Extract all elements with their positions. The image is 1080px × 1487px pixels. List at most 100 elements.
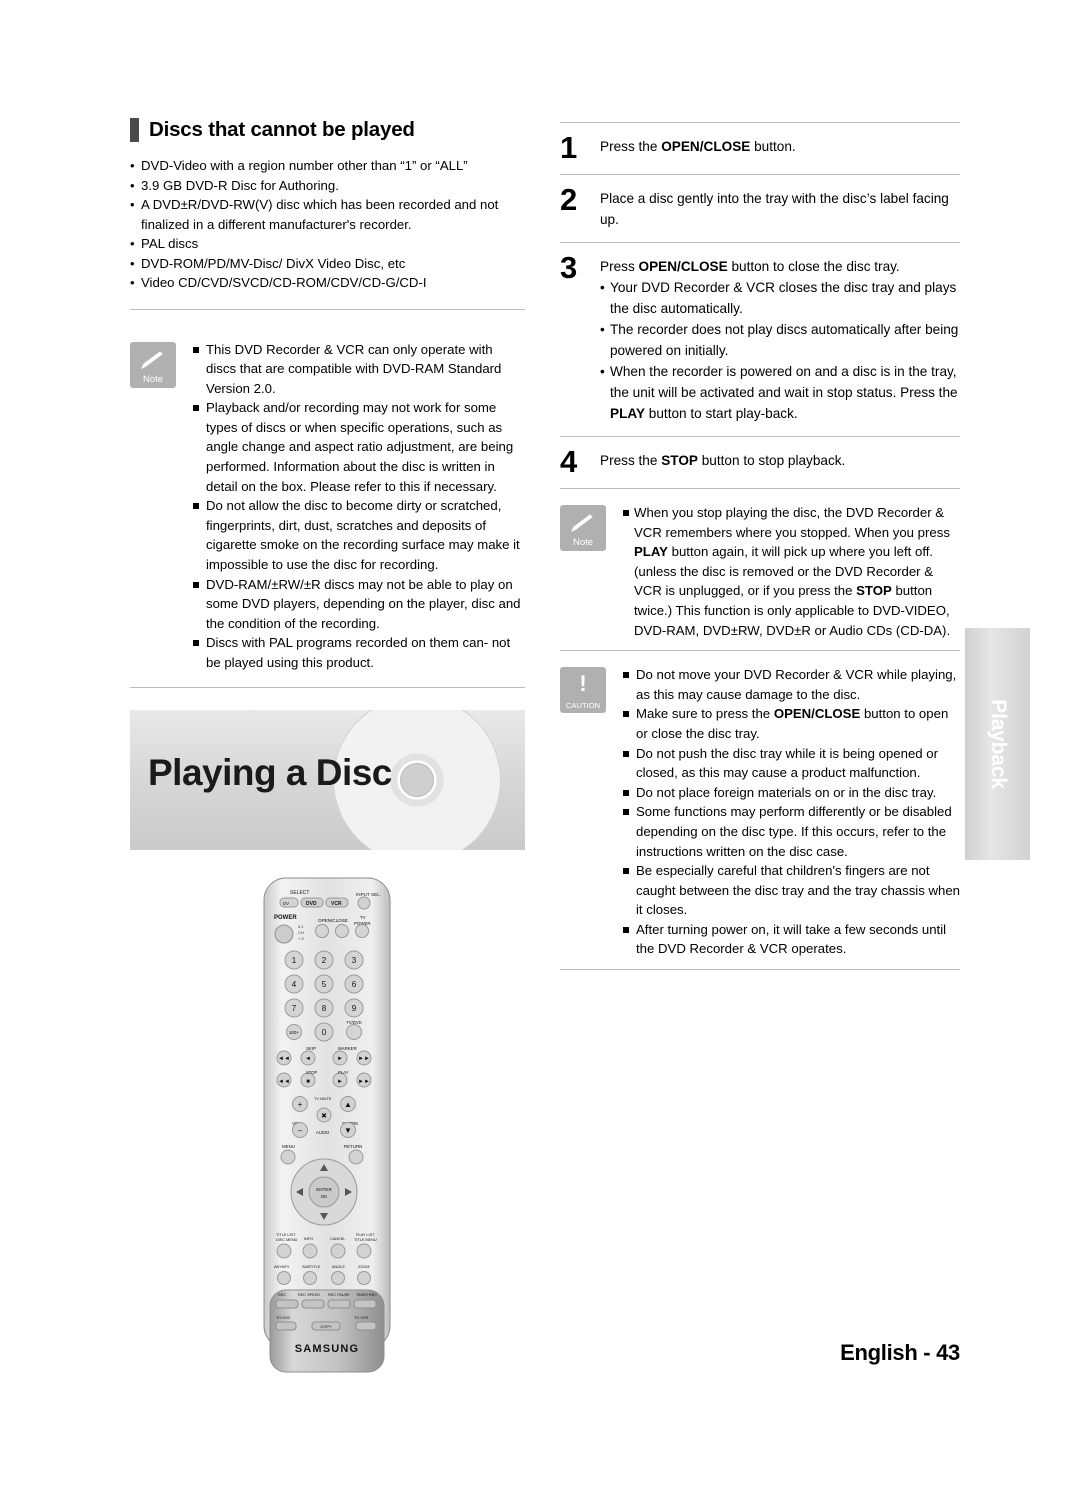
- caution-item: After turning power on, it will take a f…: [622, 920, 960, 959]
- step-body: Press OPEN/CLOSE button to close the dis…: [600, 253, 960, 424]
- step-row: 1 Press the OPEN/CLOSE button.: [560, 123, 960, 174]
- step-row: 2 Place a disc gently into the tray with …: [560, 175, 960, 242]
- note-item: Playback and/or recording may not work f…: [192, 398, 525, 496]
- svg-text:►: ►: [337, 1056, 343, 1062]
- note-icon-right: Note: [560, 505, 606, 551]
- note-icon-wrap-right: Note: [560, 505, 612, 551]
- note-item: Do not allow the disc to become dirty or…: [192, 496, 525, 574]
- svg-text:ZOOM: ZOOM: [358, 1265, 369, 1269]
- note-icon-wrap: Note: [130, 341, 182, 388]
- caution-icon: ! CAUTION: [560, 667, 606, 714]
- svg-text:DISC MENU: DISC MENU: [276, 1238, 298, 1242]
- steps-list: 1 Press the OPEN/CLOSE button. 2 Place a di…: [560, 123, 960, 489]
- list-item: 3.9 GB DVD-R Disc for Authoring.: [130, 176, 525, 196]
- caution-icon-label: CAUTION: [565, 701, 601, 711]
- svg-text:►: ►: [337, 1079, 343, 1085]
- step-text: Place a disc gently into the tray with t…: [600, 191, 949, 227]
- svg-text:DVD: DVD: [306, 901, 317, 907]
- list-item: PAL discs: [130, 234, 525, 254]
- note-block-left: Note This DVD Recorder & VCR can only op…: [130, 326, 525, 673]
- pencil-icon: [140, 350, 163, 369]
- chapter-banner: Playing a Disc: [130, 710, 525, 850]
- list-item: A DVD±R/DVD-RW(V) disc which has been re…: [130, 195, 525, 234]
- note-icon-label: Note: [142, 373, 164, 385]
- svg-text:100+: 100+: [289, 1030, 300, 1035]
- caution-item: Be especially careful that children's fi…: [622, 861, 960, 920]
- side-tab-label: Playback: [986, 699, 1010, 789]
- svg-text:SKIP: SKIP: [306, 1046, 316, 1051]
- caution-item: Do not move your DVD Recorder & VCR whil…: [622, 665, 960, 704]
- step-sub-item: Your DVD Recorder & VCR closes the disc …: [600, 277, 960, 319]
- svg-text:TIMER REC: TIMER REC: [356, 1293, 377, 1297]
- svg-text:SELECT: SELECT: [290, 890, 309, 896]
- svg-text:▲: ▲: [344, 1100, 352, 1109]
- step-text: Press the OPEN/CLOSE button.: [600, 139, 796, 154]
- svg-text:+: +: [298, 1100, 303, 1109]
- svg-text:6: 6: [352, 980, 357, 989]
- caution-item: Make sure to press the OPEN/CLOSE button…: [622, 704, 960, 743]
- step-body: Press the OPEN/CLOSE button.: [600, 133, 960, 157]
- svg-text:POWER: POWER: [274, 915, 297, 921]
- svg-text:TITLE LIST: TITLE LIST: [276, 1233, 296, 1237]
- step-sub-item: The recorder does not play discs automat…: [600, 319, 960, 361]
- step-number: 4: [560, 444, 578, 479]
- svg-text:◄◄: ◄◄: [278, 1079, 290, 1085]
- svg-text:►►: ►►: [358, 1056, 370, 1062]
- svg-text:TV MUTE: TV MUTE: [314, 1096, 332, 1101]
- note-item: DVD-RAM/±RW/±R discs may not be able to …: [192, 575, 525, 634]
- step-number: 2: [560, 182, 578, 217]
- list-item: Video CD/CVD/SVCD/CD-ROM/CDV/CD-G/CD-I: [130, 273, 525, 293]
- svg-text:3: 3: [352, 956, 357, 965]
- svg-text:4: 4: [292, 980, 297, 989]
- svg-text:ENTER: ENTER: [316, 1187, 332, 1192]
- svg-text:TITLE MENU: TITLE MENU: [354, 1238, 377, 1242]
- caution-block: ! CAUTION Do not move your DVD Recorder …: [560, 651, 960, 969]
- svg-text:1: 1: [292, 956, 297, 965]
- pencil-icon-right: [570, 514, 593, 533]
- left-column: Discs that cannot be played DVD-Video wi…: [130, 118, 525, 688]
- svg-text:◄◄: ◄◄: [278, 1056, 290, 1062]
- svg-text:◄: ◄: [305, 1056, 311, 1062]
- divider-2: [130, 686, 525, 688]
- svg-text:OK: OK: [321, 1194, 329, 1199]
- right-column: 1 Press the OPEN/CLOSE button. 2 Place a di…: [560, 122, 960, 971]
- svg-text:INFO: INFO: [304, 1237, 313, 1241]
- svg-text:VCR: VCR: [331, 901, 342, 907]
- page-title: Discs that cannot be played: [149, 118, 415, 141]
- svg-text:8: 8: [322, 1004, 327, 1013]
- svg-text:REC PAUSE: REC PAUSE: [328, 1293, 350, 1297]
- step-row: 4 Press the STOP button to stop playback.: [560, 437, 960, 488]
- note-icon-right-label: Note: [572, 537, 594, 548]
- svg-text:PLAY: PLAY: [338, 1070, 349, 1075]
- svg-text:7: 7: [292, 1004, 297, 1013]
- caution-item: Some functions may perform differently o…: [622, 802, 960, 861]
- svg-text:TV/DVD: TV/DVD: [346, 1020, 361, 1025]
- remote-control-svg: SELECT INPUT SEL. DV DVD VCR POWER OPEN/…: [263, 877, 391, 1373]
- svg-text:AUDIO: AUDIO: [316, 1130, 330, 1135]
- svg-text:CH: CH: [298, 930, 304, 935]
- svg-text:■: ■: [306, 1079, 310, 1085]
- svg-text:0: 0: [322, 1028, 327, 1037]
- divider: [130, 308, 525, 310]
- svg-text:TV: TV: [360, 915, 366, 920]
- caution-item: Do not push the disc tray while it is be…: [622, 744, 960, 783]
- svg-text:PLAY LIST: PLAY LIST: [356, 1233, 375, 1237]
- svg-text:REC SPEED: REC SPEED: [298, 1293, 320, 1297]
- manual-page: Discs that cannot be played DVD-Video wi…: [0, 0, 1080, 1487]
- remote-control-image: SELECT INPUT SEL. DV DVD VCR POWER OPEN/…: [232, 872, 422, 1377]
- list-item: DVD-ROM/PD/MV-Disc/ DivX Video Disc, etc: [130, 254, 525, 274]
- svg-text:MARKER: MARKER: [338, 1046, 357, 1051]
- svg-text:RETURN: RETURN: [344, 1144, 362, 1149]
- svg-text:SAMSUNG: SAMSUNG: [295, 1343, 360, 1355]
- caution-icon-wrap: ! CAUTION: [560, 667, 612, 714]
- divider-r-bottom: [560, 969, 960, 971]
- note-text-right: When you stop playing the disc, the DVD …: [622, 503, 960, 640]
- caution-item: Do not place foreign materials on or in …: [622, 783, 960, 803]
- svg-text:INPUT SEL.: INPUT SEL.: [356, 892, 381, 897]
- step-sub-item: When the recorder is powered on and a di…: [600, 361, 960, 424]
- list-item: DVD-Video with a region number other tha…: [130, 156, 525, 176]
- svg-text:MENU: MENU: [282, 1144, 295, 1149]
- step-text: Press the STOP button to stop playback.: [600, 453, 846, 468]
- chapter-title: Playing a Disc: [148, 752, 392, 793]
- svg-text:2: 2: [322, 956, 327, 965]
